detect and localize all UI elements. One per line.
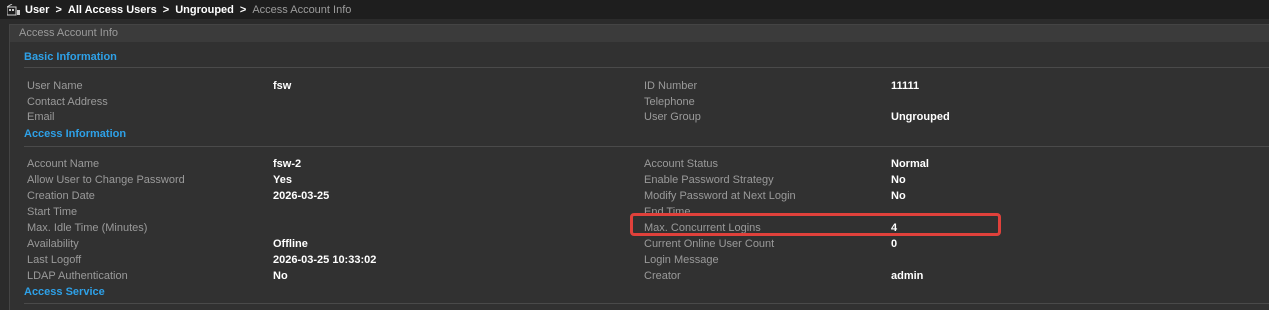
ldap-authentication-value: No [273, 270, 288, 282]
modify-password-next-login-value: No [891, 190, 906, 202]
breadcrumb-separator: > [55, 3, 62, 16]
breadcrumb: User > All Access Users > Ungrouped > Ac… [25, 4, 351, 16]
allow-change-password-label: Allow User to Change Password [27, 174, 185, 186]
breadcrumb-separator: > [239, 3, 247, 16]
section-title-access-service: Access Service [24, 286, 105, 298]
creation-date-label: Creation Date [27, 190, 95, 202]
section-divider [24, 303, 1269, 304]
current-online-user-count-value: 0 [891, 238, 898, 250]
id-number-label: ID Number [644, 80, 698, 92]
ldap-authentication-label: LDAP Authentication [27, 270, 128, 282]
enable-password-strategy-value: No [891, 174, 906, 186]
last-logoff-value: 2026-03-25 10:33:02 [273, 254, 377, 266]
login-message-label: Login Message [644, 254, 719, 266]
telephone-label: Telephone [644, 96, 695, 108]
availability-label: Availability [27, 238, 79, 250]
account-status-label: Account Status [644, 158, 718, 170]
breadcrumb-user[interactable]: User [25, 4, 49, 16]
breadcrumb-ungrouped[interactable]: Ungrouped [175, 4, 234, 16]
breadcrumb-all-access-users[interactable]: All Access Users [68, 4, 157, 16]
creator-label: Creator [644, 270, 681, 282]
contact-address-label: Contact Address [27, 96, 108, 108]
creator-value: admin [891, 270, 924, 282]
user-name-value: fsw [273, 80, 292, 92]
enable-password-strategy-label: Enable Password Strategy [644, 174, 774, 186]
user-group-value: Ungrouped [891, 111, 950, 123]
section-divider [24, 67, 1269, 68]
max-idle-time-label: Max. Idle Time (Minutes) [27, 222, 148, 234]
highlight-box [630, 213, 1001, 236]
account-name-value: fsw-2 [273, 158, 302, 170]
account-name-label: Account Name [27, 158, 100, 170]
section-title-basic-information: Basic Information [24, 51, 117, 63]
section-title-access-information: Access Information [24, 128, 127, 140]
last-logoff-label: Last Logoff [27, 254, 82, 266]
availability-value: Offline [273, 238, 308, 250]
modify-password-next-login-label: Modify Password at Next Login [644, 190, 796, 202]
access-account-info-panel: Access Account Info Basic Information Us… [9, 24, 1269, 310]
allow-change-password-value: Yes [273, 174, 292, 186]
creation-date-value: 2026-03-25 [273, 190, 330, 202]
panel-title: Access Account Info [10, 25, 1269, 42]
current-online-user-count-label: Current Online User Count [644, 238, 775, 250]
breadcrumb-separator: > [162, 3, 170, 16]
section-divider [24, 146, 1269, 147]
breadcrumb-access-account-info: Access Account Info [252, 3, 352, 16]
start-time-label: Start Time [27, 206, 78, 218]
account-status-value: Normal [891, 158, 929, 170]
user-name-label: User Name [27, 80, 83, 92]
breadcrumb-bar: User > All Access Users > Ungrouped > Ac… [0, 0, 1269, 19]
id-number-value: 11111 [891, 80, 920, 92]
user-group-label: User Group [644, 111, 701, 123]
email-label: Email [27, 111, 55, 123]
user-home-icon [6, 3, 21, 16]
